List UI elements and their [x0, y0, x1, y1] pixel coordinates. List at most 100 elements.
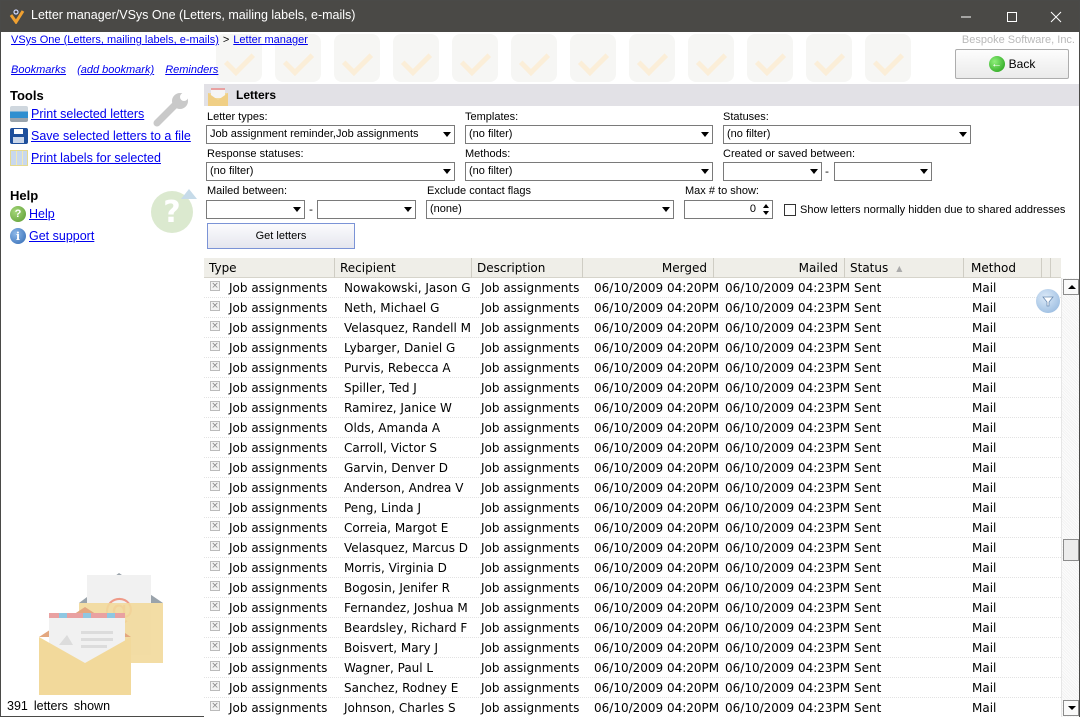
table-row[interactable]: × Job assignments Nowakowski, Jason G Job a… — [204, 278, 1061, 298]
spin-down-icon[interactable] — [763, 211, 769, 215]
show-hidden-checkbox[interactable] — [784, 204, 796, 216]
help-item[interactable]: ? Help — [10, 206, 55, 222]
cell-merged: 06/10/2009 04:20PM — [594, 281, 720, 295]
table-row[interactable]: × Job assignments Anderson, Andrea V Job as… — [204, 478, 1061, 498]
cell-merged: 06/10/2009 04:20PM — [594, 501, 720, 515]
cell-mailed: 06/10/2009 04:23PM — [725, 421, 851, 435]
cell-mailed: 06/10/2009 04:23PM — [725, 501, 851, 515]
table-row[interactable]: × Job assignments Bogosin, Jenifer R Job as… — [204, 578, 1061, 598]
methods-dropdown[interactable]: (no filter) — [465, 162, 713, 181]
table-row[interactable]: × Job assignments Lybarger, Daniel G Job as… — [204, 338, 1061, 358]
table-row[interactable]: × Job assignments Spiller, Ted J Job assign… — [204, 378, 1061, 398]
cell-merged: 06/10/2009 04:20PM — [594, 301, 720, 315]
print-labels-item[interactable]: Print labels for selected — [10, 150, 161, 166]
table-row[interactable]: × Job assignments Velasquez, Randell M Job … — [204, 318, 1061, 338]
shown-word: shown — [73, 699, 111, 713]
cell-mailed: 06/10/2009 04:23PM — [725, 341, 851, 355]
get-support-link[interactable]: Get support — [29, 229, 94, 243]
print-selected-letters-item[interactable]: Print selected letters — [10, 106, 144, 122]
column-header-merged[interactable]: Merged — [583, 258, 714, 278]
print-labels-link[interactable]: Print labels for selected — [31, 151, 161, 165]
minimize-button[interactable] — [943, 1, 989, 32]
table-row[interactable]: × Job assignments Fernandez, Joshua M Job a… — [204, 598, 1061, 618]
column-header-mailed[interactable]: Mailed — [714, 258, 845, 278]
watermark-logo-icon — [452, 34, 498, 82]
created-to-date-picker[interactable] — [834, 162, 932, 181]
table-row[interactable]: × Job assignments Peng, Linda J Job assignm… — [204, 498, 1061, 518]
letter-type-icon: × — [210, 681, 220, 691]
cell-method: Mail — [972, 481, 997, 495]
cell-status: Sent — [854, 501, 882, 515]
mailed-from-date-picker[interactable] — [206, 200, 305, 219]
cell-method: Mail — [972, 421, 997, 435]
chevron-down-icon — [443, 132, 451, 137]
letter-types-dropdown[interactable]: Job assignment reminder,Job assignments — [206, 125, 455, 144]
letters-panel: Letters Letter types: Job assignment rem… — [202, 84, 1079, 717]
cell-recipient: Nowakowski, Jason G — [344, 281, 471, 295]
cell-merged: 06/10/2009 04:20PM — [594, 441, 720, 455]
maximize-button[interactable] — [989, 1, 1035, 32]
filter-button[interactable] — [1036, 289, 1060, 313]
print-selected-letters-link[interactable]: Print selected letters — [31, 107, 144, 121]
statuses-dropdown[interactable]: (no filter) — [723, 125, 971, 144]
cell-type: Job assignments — [229, 701, 328, 715]
cell-recipient: Beardsley, Richard F — [344, 621, 468, 635]
cell-method: Mail — [972, 701, 997, 715]
get-letters-label: Get letters — [255, 230, 307, 242]
table-row[interactable]: × Job assignments Sanchez, Rodney E Job ass… — [204, 678, 1061, 698]
exclude-flags-dropdown[interactable]: (none) — [426, 200, 674, 219]
cell-mailed: 06/10/2009 04:23PM — [725, 641, 851, 655]
close-icon — [1050, 11, 1062, 22]
back-button[interactable]: ← Back — [955, 49, 1069, 79]
column-header-method[interactable]: Method — [964, 258, 1042, 278]
created-from-date-picker[interactable] — [723, 162, 822, 181]
get-support-item[interactable]: i Get support — [10, 228, 94, 244]
table-row[interactable]: × Job assignments Beardsley, Richard F Job … — [204, 618, 1061, 638]
table-row[interactable]: × Job assignments Garvin, Denver D Job assi… — [204, 458, 1061, 478]
column-header-description[interactable]: Description — [472, 258, 583, 278]
mailed-to-date-picker[interactable] — [317, 200, 416, 219]
cell-description: Job assignments — [481, 321, 580, 335]
scroll-down-icon[interactable] — [1063, 700, 1079, 716]
get-letters-button[interactable]: Get letters — [207, 223, 355, 249]
response-statuses-dropdown[interactable]: (no filter) — [206, 162, 455, 181]
table-row[interactable]: × Job assignments Wagner, Paul L Job assign… — [204, 658, 1061, 678]
letter-type-icon: × — [210, 641, 220, 651]
column-label: Method — [971, 261, 1017, 275]
cell-method: Mail — [972, 321, 997, 335]
window-title: Letter manager/VSys One (Letters, mailin… — [31, 8, 356, 22]
table-row[interactable]: × Job assignments Olds, Amanda A Job assign… — [204, 418, 1061, 438]
vertical-scrollbar[interactable] — [1061, 278, 1079, 717]
help-link[interactable]: Help — [29, 207, 55, 221]
save-selected-letters-item[interactable]: Save selected letters to a file — [10, 128, 191, 144]
column-header-recipient[interactable]: Recipient — [335, 258, 472, 278]
column-header-type[interactable]: Type — [204, 258, 335, 278]
max-show-stepper[interactable]: 0 — [684, 200, 773, 219]
save-selected-letters-link[interactable]: Save selected letters to a file — [31, 129, 191, 143]
table-row[interactable]: × Job assignments Boisvert, Mary J Job assi… — [204, 638, 1061, 658]
column-header-status[interactable]: Status ▲ — [845, 258, 964, 278]
table-row[interactable]: × Job assignments Correia, Margot E Job ass… — [204, 518, 1061, 538]
table-row[interactable]: × Job assignments Johnson, Charles S Job as… — [204, 698, 1061, 717]
table-row[interactable]: × Job assignments Velasquez, Marcus D Job a… — [204, 538, 1061, 558]
table-row[interactable]: × Job assignments Morris, Virginia D Job as… — [204, 558, 1061, 578]
table-row[interactable]: × Job assignments Carroll, Victor S Job ass… — [204, 438, 1061, 458]
close-button[interactable] — [1033, 1, 1079, 32]
table-row[interactable]: × Job assignments Neth, Michael G Job assig… — [204, 298, 1061, 318]
scrollbar-thumb[interactable] — [1063, 539, 1079, 561]
table-row[interactable]: × Job assignments Ramirez, Janice W Job ass… — [204, 398, 1061, 418]
cell-type: Job assignments — [229, 341, 328, 355]
cell-method: Mail — [972, 361, 997, 375]
cell-merged: 06/10/2009 04:20PM — [594, 321, 720, 335]
scroll-up-icon[interactable] — [1063, 279, 1079, 295]
reminders-link[interactable]: Reminders — [165, 64, 218, 76]
templates-dropdown[interactable]: (no filter) — [465, 125, 713, 144]
cell-merged: 06/10/2009 04:20PM — [594, 681, 720, 695]
table-row[interactable]: × Job assignments Purvis, Rebecca A Job ass… — [204, 358, 1061, 378]
spin-up-icon[interactable] — [763, 204, 769, 208]
bookmarks-link[interactable]: Bookmarks — [11, 64, 66, 76]
add-bookmark-link[interactable]: (add bookmark) — [77, 64, 154, 76]
cell-method: Mail — [972, 341, 997, 355]
breadcrumb-home-link[interactable]: VSys One (Letters, mailing labels, e-mai… — [11, 34, 219, 46]
breadcrumb-current-link[interactable]: Letter manager — [233, 34, 308, 46]
